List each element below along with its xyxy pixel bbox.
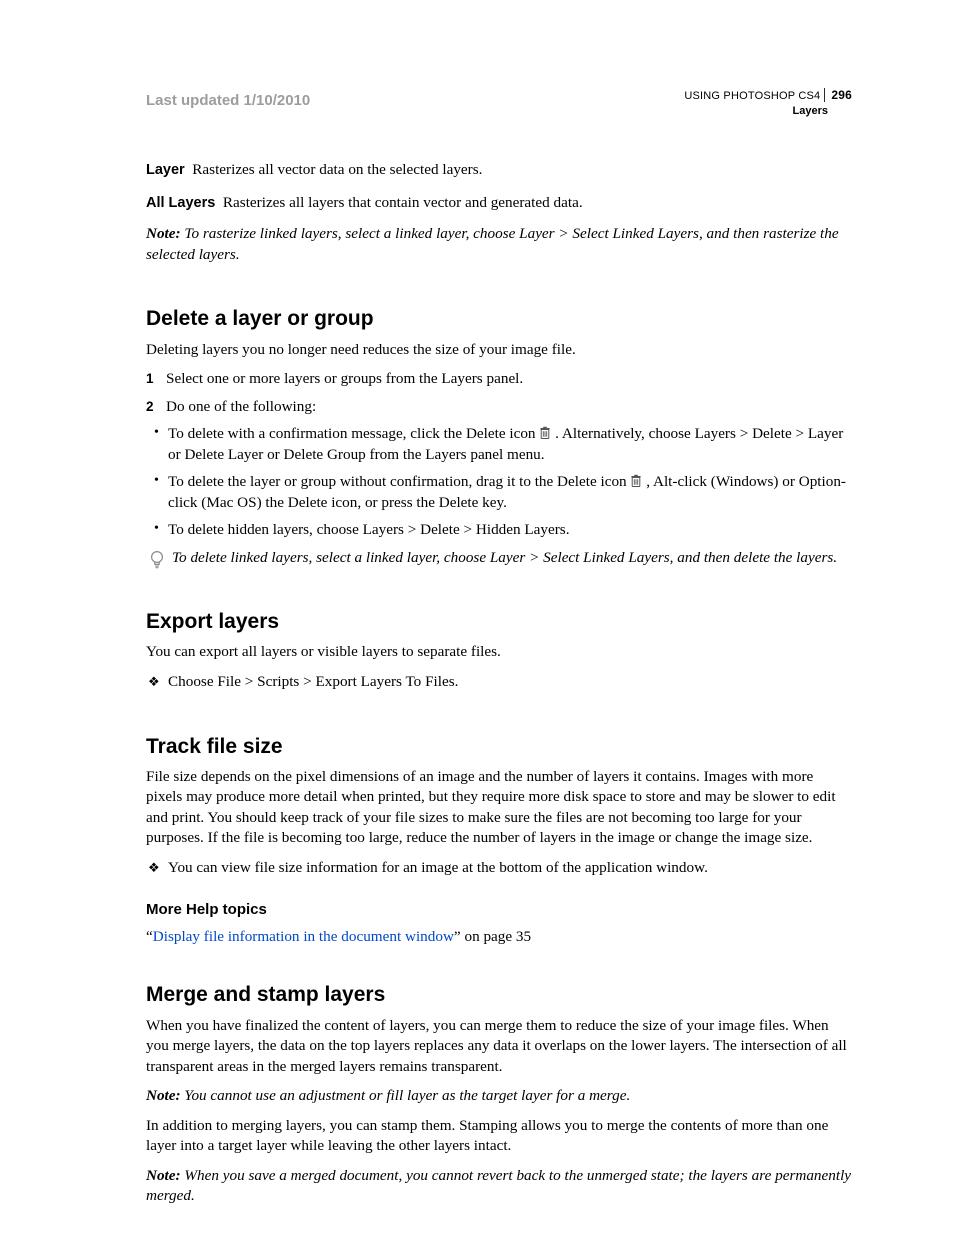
- heading-delete: Delete a layer or group: [146, 305, 852, 333]
- def-term-all: All Layers: [146, 195, 215, 211]
- track-step: You can view file size information for a…: [146, 858, 852, 879]
- tip-linked-delete: To delete linked layers, select a linked…: [146, 548, 852, 569]
- merge-note2-text: When you save a merged document, you can…: [146, 1167, 851, 1205]
- def-layer: Layer Rasterizes all vector data on the …: [146, 160, 852, 181]
- step-num-2: 2: [146, 398, 154, 416]
- heading-export: Export layers: [146, 608, 852, 636]
- step-num-1: 1: [146, 370, 154, 388]
- def-term-layer: Layer: [146, 162, 185, 178]
- bullet-no-confirm-delete: To delete the layer or group without con…: [146, 472, 852, 513]
- section-delete: Delete a layer or group Deleting layers …: [146, 305, 852, 568]
- heading-track: Track file size: [146, 733, 852, 761]
- note-text: To rasterize linked layers, select a lin…: [146, 225, 839, 263]
- trash-icon: [630, 474, 642, 488]
- product-name: USING PHOTOSHOP CS4: [684, 90, 820, 102]
- merge-note1-text: You cannot use an adjustment or fill lay…: [181, 1087, 631, 1104]
- b3-text: To delete hidden layers, choose Layers >…: [168, 521, 570, 538]
- b1-text-a: To delete with a confirmation message, c…: [168, 425, 539, 442]
- note-label: Note:: [146, 1167, 181, 1184]
- merge-note2: Note: When you save a merged document, y…: [146, 1166, 852, 1207]
- def-all-layers: All Layers Rasterizes all layers that co…: [146, 193, 852, 214]
- section-merge: Merge and stamp layers When you have fin…: [146, 981, 852, 1206]
- page-number: 296: [824, 88, 852, 102]
- note-rasterize-linked: Note: To rasterize linked layers, select…: [146, 224, 852, 265]
- b2-text-a: To delete the layer or group without con…: [168, 473, 630, 490]
- more-help-heading: More Help topics: [146, 900, 852, 920]
- export-step-text: Choose File > Scripts > Export Layers To…: [168, 673, 458, 690]
- merge-note1: Note: You cannot use an adjustment or fi…: [146, 1086, 852, 1107]
- note-label: Note:: [146, 1087, 181, 1104]
- running-header: USING PHOTOSHOP CS4 296 Layers: [684, 88, 852, 118]
- tip-text: To delete linked layers, select a linked…: [172, 549, 837, 566]
- delete-intro: Deleting layers you no longer need reduc…: [146, 340, 852, 361]
- track-step-text: You can view file size information for a…: [168, 859, 708, 876]
- step-2: 2 Do one of the following:: [146, 397, 852, 418]
- note-label: Note:: [146, 225, 181, 242]
- step-2-text: Do one of the following:: [166, 398, 316, 415]
- bullet-hidden-delete: To delete hidden layers, choose Layers >…: [146, 520, 852, 541]
- more-help-link-line: “Display file information in the documen…: [146, 927, 852, 948]
- chapter-name: Layers: [684, 104, 852, 118]
- section-track: Track file size File size depends on the…: [146, 733, 852, 948]
- lightbulb-icon: [150, 550, 164, 570]
- def-text-layer: Rasterizes all vector data on the select…: [192, 161, 482, 178]
- bullet-confirm-delete: To delete with a confirmation message, c…: [146, 424, 852, 465]
- link-suffix: on page 35: [461, 928, 531, 945]
- export-step: Choose File > Scripts > Export Layers To…: [146, 672, 852, 693]
- export-intro: You can export all layers or visible lay…: [146, 642, 852, 663]
- def-text-all: Rasterizes all layers that contain vecto…: [223, 194, 583, 211]
- heading-merge: Merge and stamp layers: [146, 981, 852, 1009]
- merge-p1: When you have finalized the content of l…: [146, 1016, 852, 1078]
- last-updated: Last updated 1/10/2010: [146, 91, 310, 111]
- trash-icon: [539, 426, 551, 440]
- step-1-text: Select one or more layers or groups from…: [166, 370, 523, 387]
- section-export: Export layers You can export all layers …: [146, 608, 852, 692]
- track-para: File size depends on the pixel dimension…: [146, 767, 852, 849]
- merge-p2: In addition to merging layers, you can s…: [146, 1116, 852, 1157]
- step-1: 1 Select one or more layers or groups fro…: [146, 369, 852, 390]
- link-display-file-info[interactable]: Display file information in the document…: [153, 928, 454, 945]
